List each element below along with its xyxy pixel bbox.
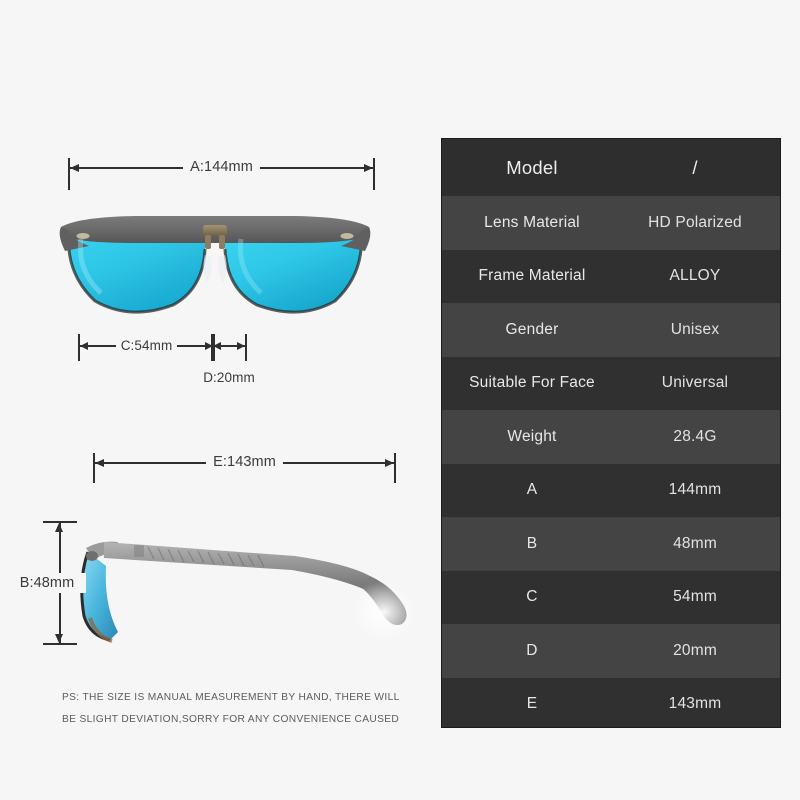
table-row-frame-material: Frame Material ALLOY (442, 249, 780, 303)
bridge (203, 225, 227, 236)
spec-label: E (526, 695, 538, 713)
spec-value: HD Polarized (648, 213, 742, 231)
dimension-a-arrow-row: A:144mm (70, 159, 374, 175)
left-lens (68, 231, 205, 313)
dimension-e-label: E:143mm (213, 454, 276, 470)
dimension-c-line-right (177, 342, 214, 349)
spec-value: 54mm (673, 588, 717, 606)
dimension-d-line-right (229, 342, 245, 349)
table-row-lens-material: Lens Material HD Polarized (442, 196, 780, 250)
side-lens (81, 552, 118, 640)
spec-label: Lens Material (484, 213, 580, 231)
highlight-glow (350, 582, 415, 642)
dimension-c-label: C:54mm (120, 337, 173, 353)
dimension-e-tick-right (394, 453, 396, 483)
sunglasses-side-view (80, 541, 415, 643)
rivet-left (76, 233, 90, 239)
spec-value: 48mm (673, 534, 717, 552)
table-row-c: C 54mm (442, 570, 780, 624)
sunglasses-front-view (59, 216, 371, 314)
table-row-d: D 20mm (442, 624, 780, 678)
dimension-a-line-right (259, 164, 374, 171)
dimension-a-line-left (70, 164, 184, 171)
dimension-c-line-left (80, 342, 116, 349)
table-row-a: A 144mm (442, 463, 780, 517)
spec-label: A (526, 481, 538, 499)
dimension-b-tick-bottom (43, 643, 77, 645)
spec-value: Unisex (670, 320, 720, 338)
spec-value: / (692, 156, 698, 178)
product-spec-page: A:144mm C:54mm D:20mm E:143mm B:48mm PS:… (0, 0, 800, 800)
rivet-right (340, 233, 354, 239)
table-row-suitable-for-face: Suitable For Face Universal (442, 356, 780, 410)
spec-label: Frame Material (478, 267, 586, 285)
spec-value: ALLOY (669, 267, 721, 285)
spec-label: Gender (505, 320, 559, 338)
dimension-d-bridge-width (211, 334, 247, 362)
disclaimer-line-1: PS: THE SIZE IS MANUAL MEASUREMENT BY HA… (62, 692, 400, 703)
specification-table: Model / Lens Material HD Polarized Frame… (441, 138, 781, 728)
spec-label: C (526, 588, 538, 606)
spec-label: Model (506, 156, 558, 178)
dimension-d-arrow-row (213, 342, 245, 349)
spec-label: Weight (507, 427, 557, 445)
spec-label: B (526, 534, 538, 552)
dimension-d-line-left (213, 342, 229, 349)
dimension-b-label: B:48mm (8, 573, 86, 593)
spec-value: 28.4G (673, 427, 717, 445)
spec-value: 20mm (673, 641, 717, 659)
dimension-e-temple-length: E:143mm (93, 453, 396, 483)
hinge (86, 551, 98, 561)
dimension-d-label: D:20mm (203, 370, 255, 385)
diagram-panel: A:144mm C:54mm D:20mm E:143mm B:48mm PS:… (0, 0, 430, 800)
dimension-a-label: A:144mm (190, 159, 253, 175)
table-row-gender: Gender Unisex (442, 303, 780, 357)
spec-label: Suitable For Face (469, 374, 595, 392)
dimension-c-arrow-row: C:54mm (80, 338, 214, 353)
dimension-a-tick-right (373, 158, 375, 190)
measurement-disclaimer: PS: THE SIZE IS MANUAL MEASUREMENT BY HA… (62, 687, 412, 731)
spec-value: Universal (661, 374, 729, 392)
dimension-d-tick-right (245, 334, 247, 361)
dimension-c-lens-width: C:54mm (78, 334, 215, 362)
dimension-a-width: A:144mm (68, 158, 375, 190)
spec-label: D (526, 641, 538, 659)
table-row-b: B 48mm (442, 517, 780, 571)
dimension-e-line-left (95, 459, 207, 466)
dimension-e-tick-left (93, 453, 95, 483)
dimension-e-line-right (282, 459, 395, 466)
table-row-e: E 143mm (442, 677, 780, 727)
table-row-model: Model / (442, 139, 780, 196)
disclaimer-line-2: BE SLIGHT DEVIATION,SORRY FOR ANY CONVEN… (62, 714, 400, 725)
spec-value: 143mm (668, 695, 722, 713)
dimension-e-arrow-row: E:143mm (95, 454, 395, 470)
spec-value: 144mm (668, 481, 722, 499)
table-row-weight: Weight 28.4G (442, 410, 780, 464)
